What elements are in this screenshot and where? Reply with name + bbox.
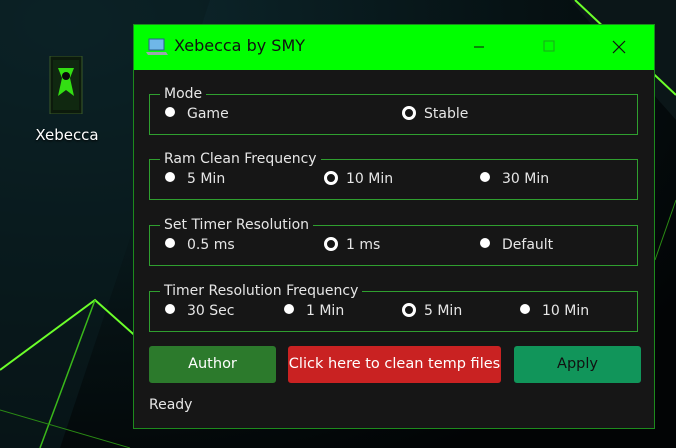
timer-resolution-frequency-group: Timer Resolution Frequency 30 Sec 1 Min … <box>149 282 638 332</box>
radio-label: 10 Min <box>542 303 590 319</box>
radio-label: 0.5 ms <box>187 237 235 253</box>
title-bar[interactable]: Xebecca by SMY <box>134 25 654 70</box>
radio-label: Default <box>502 237 554 253</box>
radio-label: 5 Min <box>424 303 463 319</box>
timer-resolution-group: Set Timer Resolution 0.5 ms 1 ms Default <box>149 216 638 266</box>
radio-indicator <box>165 172 175 182</box>
radio-label: 1 ms <box>346 237 381 253</box>
clean-temp-files-button[interactable]: Click here to clean temp files <box>288 346 501 383</box>
radio-indicator <box>520 304 530 314</box>
radio-indicator-checked <box>402 303 416 317</box>
radio-indicator <box>165 238 175 248</box>
radio-indicator-checked <box>402 106 416 120</box>
radio-indicator <box>480 172 490 182</box>
mode-group: Mode Game Stable <box>149 85 638 135</box>
group-title: Ram Clean Frequency <box>160 150 321 168</box>
group-title: Timer Resolution Frequency <box>160 282 363 300</box>
laptop-icon <box>146 38 168 55</box>
author-button[interactable]: Author <box>149 346 276 383</box>
desktop-shortcut-label: Xebecca <box>35 126 99 144</box>
apply-button[interactable]: Apply <box>514 346 641 383</box>
radio-label: 1 Min <box>306 303 345 319</box>
radio-label: 5 Min <box>187 171 226 187</box>
app-window: Xebecca by SMY Mode Game Stable Ram Clea… <box>133 24 655 429</box>
minimize-icon[interactable] <box>456 25 502 70</box>
close-icon[interactable] <box>596 25 642 70</box>
radio-indicator-checked <box>324 171 338 185</box>
ram-clean-frequency-group: Ram Clean Frequency 5 Min 10 Min 30 Min <box>149 150 638 200</box>
group-title: Set Timer Resolution <box>160 216 314 234</box>
radio-label: 10 Min <box>346 171 394 187</box>
radio-indicator-checked <box>324 237 338 251</box>
maximize-icon[interactable] <box>526 25 572 70</box>
group-title: Mode <box>160 85 207 103</box>
window-title: Xebecca by SMY <box>174 36 306 55</box>
radio-indicator <box>165 304 175 314</box>
xebecca-app-icon <box>49 56 83 114</box>
radio-label: 30 Min <box>502 171 550 187</box>
radio-indicator <box>480 238 490 248</box>
radio-indicator <box>284 304 294 314</box>
radio-label: Stable <box>424 106 469 122</box>
status-text: Ready <box>149 397 193 413</box>
radio-label: Game <box>187 106 229 122</box>
radio-indicator <box>165 107 175 117</box>
radio-label: 30 Sec <box>187 303 235 319</box>
